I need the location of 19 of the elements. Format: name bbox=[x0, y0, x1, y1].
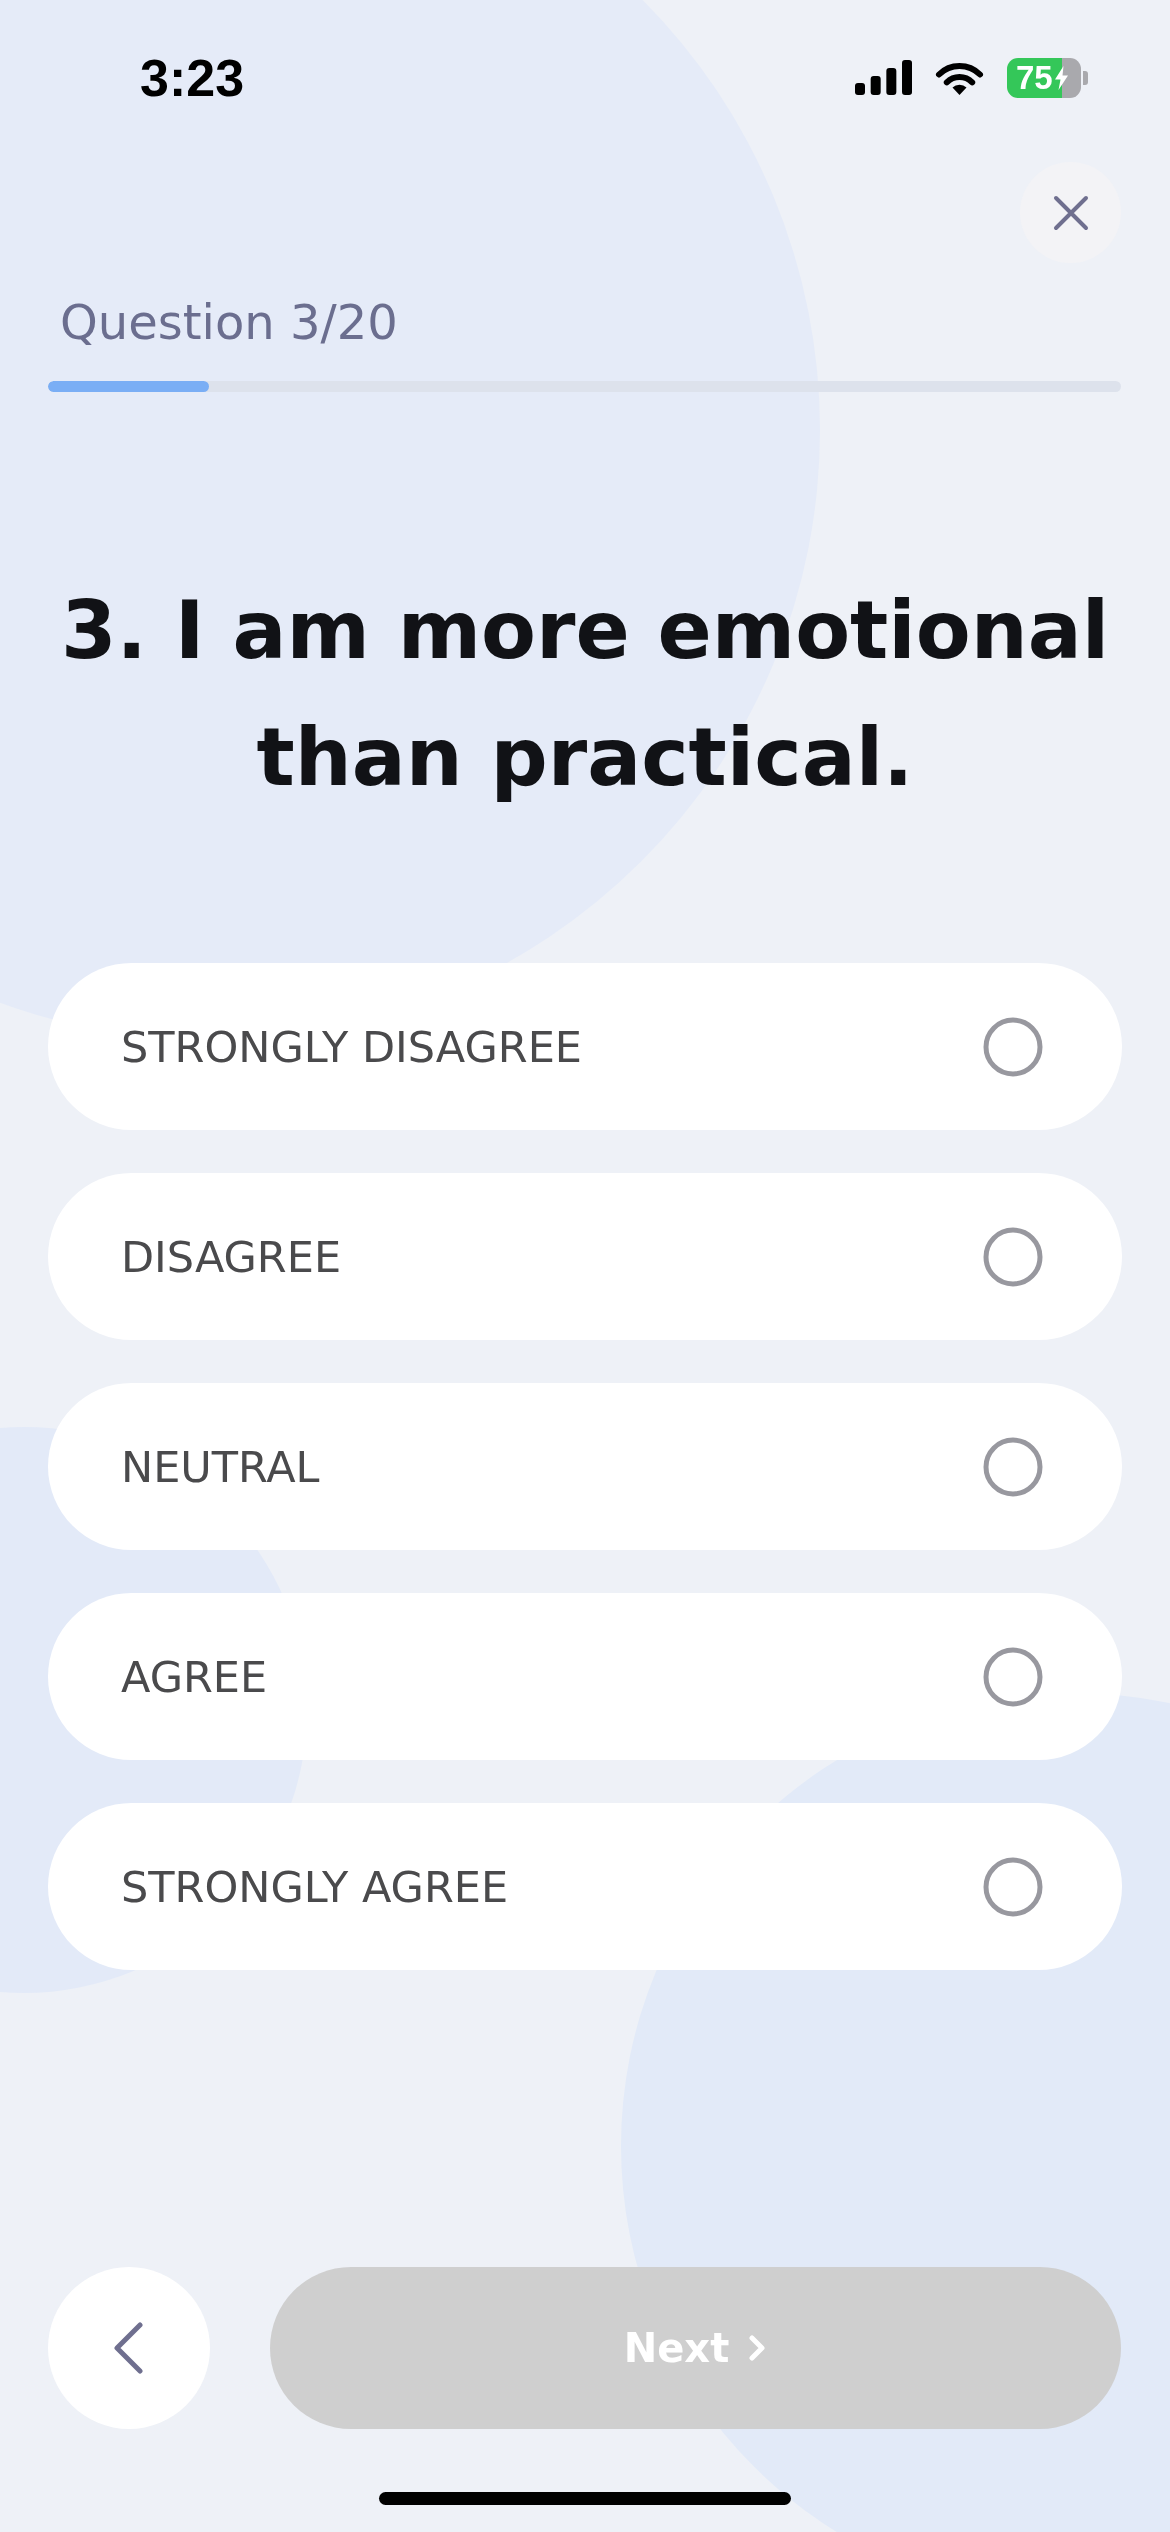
close-icon bbox=[1052, 194, 1089, 231]
radio-button[interactable] bbox=[983, 1016, 1043, 1077]
answer-option[interactable]: STRONGLY AGREE bbox=[48, 1803, 1122, 1970]
radio-button[interactable] bbox=[983, 1646, 1043, 1707]
answer-option[interactable]: DISAGREE bbox=[48, 1173, 1122, 1340]
question-text: 3. I am more emotional than practical. bbox=[59, 583, 1111, 806]
radio-button[interactable] bbox=[983, 1856, 1043, 1917]
question-counter: Question 3/20 bbox=[60, 294, 398, 350]
answer-option[interactable]: AGREE bbox=[48, 1593, 1122, 1760]
signal-icon bbox=[855, 60, 912, 95]
answer-option[interactable]: STRONGLY DISAGREE bbox=[48, 963, 1122, 1130]
answer-option[interactable]: NEUTRAL bbox=[48, 1383, 1122, 1550]
battery-terminal bbox=[1083, 70, 1088, 85]
battery-percent: 75 bbox=[1016, 57, 1053, 98]
radio-button[interactable] bbox=[983, 1226, 1043, 1287]
chevron-left-icon bbox=[114, 2322, 144, 2374]
chevron-right-icon bbox=[747, 2335, 768, 2361]
status-time: 3:23 bbox=[140, 47, 245, 108]
radio-button[interactable] bbox=[983, 1436, 1043, 1497]
